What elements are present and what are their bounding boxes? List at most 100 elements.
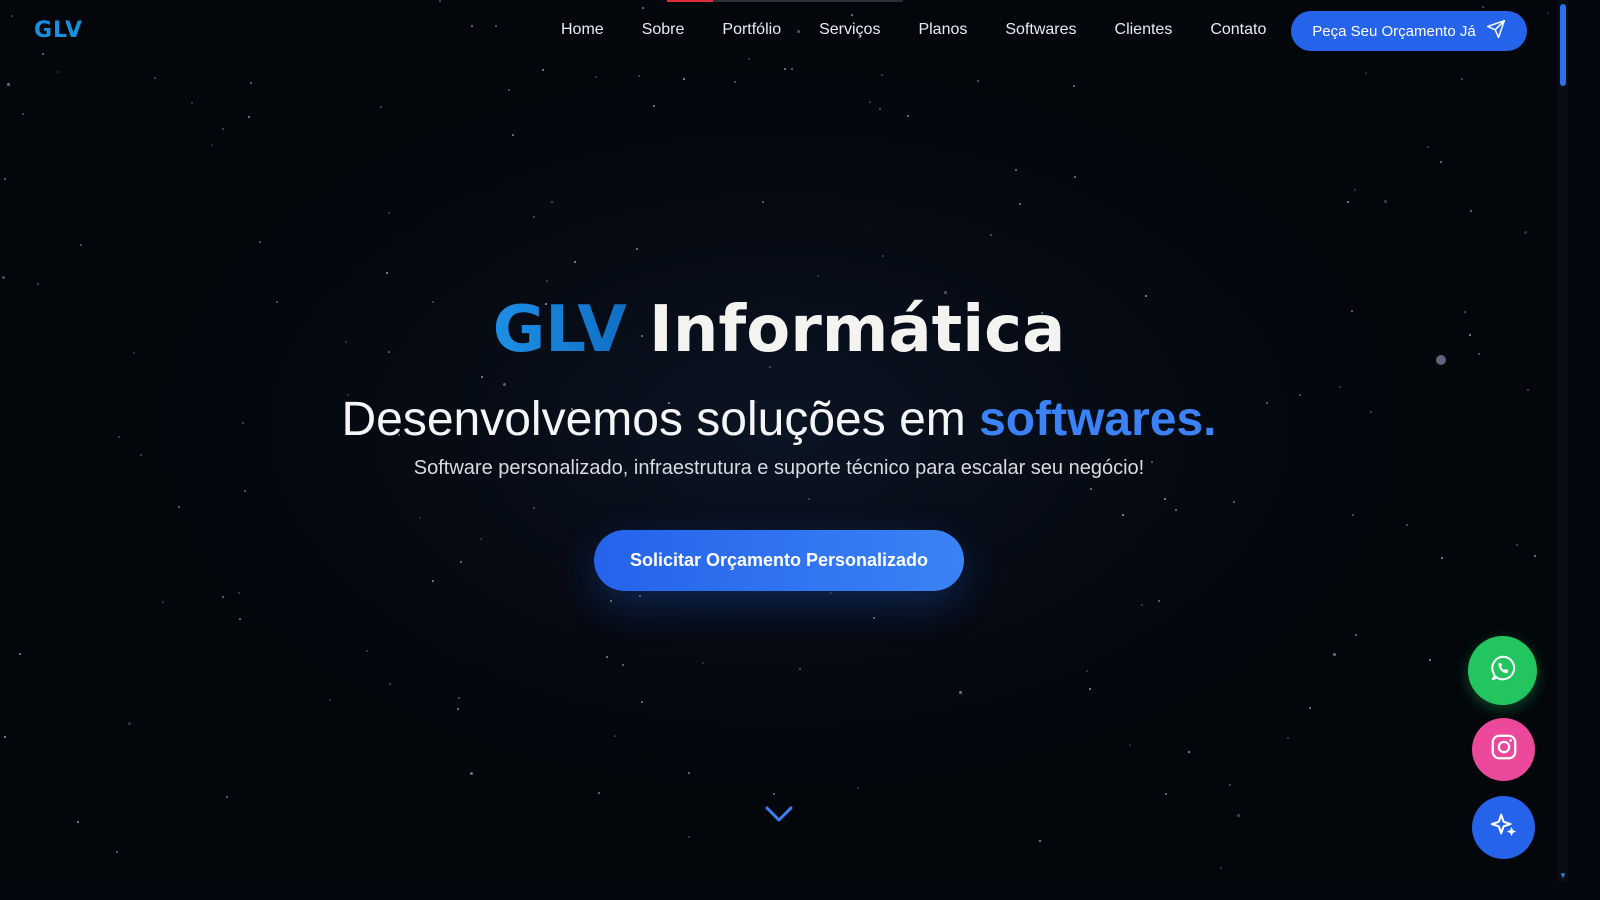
star xyxy=(1141,604,1143,606)
ai-assistant-button[interactable] xyxy=(1472,796,1535,859)
star xyxy=(1352,514,1354,516)
star xyxy=(1089,688,1091,690)
star xyxy=(702,662,704,664)
star xyxy=(622,664,624,666)
star xyxy=(542,69,544,71)
star xyxy=(784,68,786,70)
nav-item-planos[interactable]: Planos xyxy=(918,21,967,39)
star xyxy=(1547,12,1549,14)
star xyxy=(57,71,59,73)
star xyxy=(642,7,644,9)
star xyxy=(439,0,441,2)
star xyxy=(4,736,6,738)
star xyxy=(458,697,460,699)
star xyxy=(116,851,118,853)
star xyxy=(879,108,881,110)
star xyxy=(239,618,241,620)
scrollbar-thumb[interactable] xyxy=(1560,4,1566,86)
star xyxy=(386,272,388,274)
star xyxy=(990,234,992,236)
star xyxy=(238,592,240,594)
nav-item-sobre[interactable]: Sobre xyxy=(642,21,685,39)
star xyxy=(1441,557,1443,559)
star xyxy=(211,144,213,146)
star xyxy=(1039,840,1041,842)
star xyxy=(830,592,832,594)
star xyxy=(1309,707,1311,709)
star xyxy=(1333,653,1336,656)
hero-description: Software personalizado, infraestrutura e… xyxy=(413,457,1145,479)
star xyxy=(1237,814,1240,817)
star xyxy=(606,656,608,658)
star xyxy=(1355,634,1357,636)
star xyxy=(1524,231,1527,234)
quote-button[interactable]: Peça Seu Orçamento Já xyxy=(1291,11,1527,51)
star xyxy=(222,128,224,130)
main-nav: Home Sobre Portfólio Serviços Planos Sof… xyxy=(561,21,1266,39)
star xyxy=(329,699,331,701)
hero-title-rest: Informática xyxy=(649,293,1066,367)
star xyxy=(533,507,535,509)
star xyxy=(244,490,246,492)
star xyxy=(636,248,638,250)
star xyxy=(1427,146,1429,148)
logo[interactable]: GLV xyxy=(34,18,83,43)
star xyxy=(1384,200,1387,203)
nav-item-home[interactable]: Home xyxy=(561,21,604,39)
instagram-button[interactable] xyxy=(1472,718,1535,781)
star xyxy=(19,653,21,655)
star xyxy=(851,14,853,16)
star xyxy=(1074,176,1076,178)
star xyxy=(688,836,690,838)
nav-item-portfolio[interactable]: Portfólio xyxy=(722,21,781,39)
star xyxy=(128,722,131,725)
star xyxy=(1229,784,1231,786)
star xyxy=(140,454,142,456)
star xyxy=(641,701,643,703)
star xyxy=(595,76,597,78)
nav-item-contato[interactable]: Contato xyxy=(1210,21,1266,39)
star xyxy=(1188,751,1190,753)
star xyxy=(799,668,801,670)
star xyxy=(791,68,793,70)
top-accent-line xyxy=(667,0,713,2)
star xyxy=(817,275,819,277)
star xyxy=(389,683,391,685)
star xyxy=(495,25,497,27)
request-quote-button[interactable]: Solicitar Orçamento Personalizado xyxy=(594,530,964,591)
hero-title: GLV Informática xyxy=(0,292,1558,368)
star xyxy=(1086,670,1088,672)
whatsapp-button[interactable] xyxy=(1468,636,1537,705)
nav-item-softwares[interactable]: Softwares xyxy=(1005,21,1076,39)
star xyxy=(366,650,368,652)
star xyxy=(1339,386,1341,388)
star xyxy=(546,280,548,282)
nav-item-servicos[interactable]: Serviços xyxy=(819,21,880,39)
star xyxy=(37,283,39,285)
chevron-down-icon[interactable] xyxy=(764,803,794,825)
star xyxy=(857,787,859,789)
star xyxy=(1470,210,1472,212)
star xyxy=(1354,189,1356,191)
star xyxy=(1516,544,1518,546)
star xyxy=(1122,514,1124,516)
star xyxy=(154,77,156,79)
nav-item-clientes[interactable]: Clientes xyxy=(1115,21,1173,39)
star xyxy=(653,105,655,107)
star xyxy=(226,796,228,798)
star xyxy=(7,83,10,86)
scrollbar-track[interactable] xyxy=(1558,0,1568,882)
star xyxy=(977,80,979,82)
star xyxy=(688,772,690,774)
star xyxy=(471,25,473,27)
star xyxy=(773,793,775,795)
star xyxy=(1233,501,1235,503)
star xyxy=(1482,6,1484,8)
star xyxy=(683,78,685,80)
star xyxy=(762,201,764,203)
scroll-down-arrow-icon[interactable]: ▼ xyxy=(1559,872,1567,880)
whatsapp-icon xyxy=(1488,653,1518,688)
hero-subtitle-lead: Desenvolvemos soluções em xyxy=(341,393,966,446)
star xyxy=(460,561,462,563)
star xyxy=(1406,524,1408,526)
